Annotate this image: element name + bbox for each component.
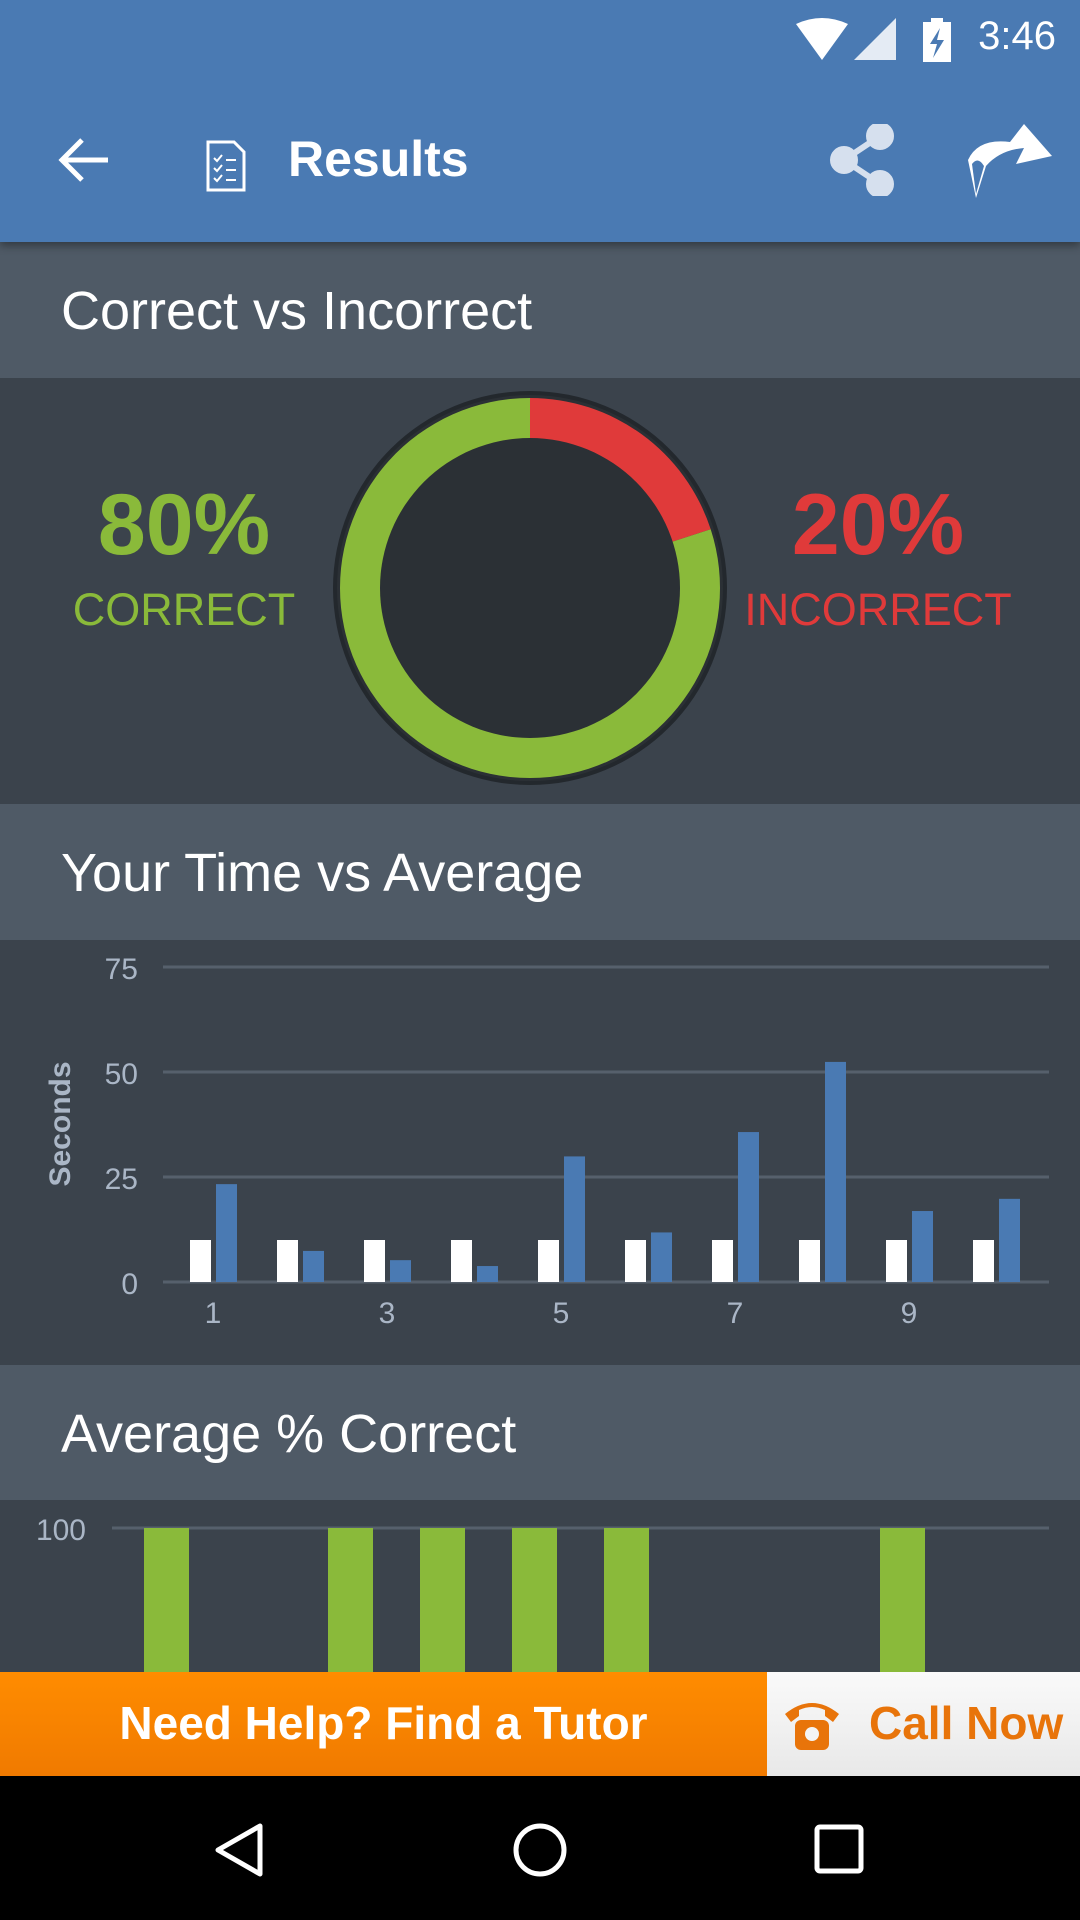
call-now-button[interactable]: Call Now <box>767 1672 1080 1776</box>
average-correct-bar <box>880 1528 925 1672</box>
x-tick-label: 1 <box>205 1297 222 1330</box>
find-tutor-label: Need Help? Find a Tutor <box>119 1697 648 1749</box>
recents-square-icon[interactable] <box>812 1822 868 1878</box>
your-time-bar <box>390 1260 411 1282</box>
average-time-bar <box>625 1240 646 1282</box>
incorrect-percent: 20% <box>791 477 965 573</box>
share-icon[interactable] <box>828 124 898 196</box>
correct-label: CORRECT <box>72 584 296 635</box>
average-time-bar <box>799 1240 820 1282</box>
status-time: 3:46 <box>978 14 1056 58</box>
average-time-bar <box>190 1240 211 1282</box>
section-title: Your Time vs Average <box>61 843 584 903</box>
section-header-time-vs-average: Your Time vs Average <box>0 804 1080 940</box>
y-tick-label: 50 <box>105 1058 138 1091</box>
checklist-document-icon <box>206 140 246 192</box>
donut-panel: 80% CORRECT 20% INCORRECT <box>0 378 1080 804</box>
x-tick-label: 7 <box>727 1297 744 1330</box>
average-correct-bar <box>144 1528 189 1672</box>
average-time-bar <box>973 1240 994 1282</box>
section-title: Correct vs Incorrect <box>61 281 533 341</box>
average-correct-bar <box>328 1528 373 1672</box>
status-icons <box>796 18 951 62</box>
average-correct-bar <box>604 1528 649 1672</box>
your-time-bar <box>216 1184 237 1282</box>
wifi-icon <box>796 18 848 60</box>
average-correct-chart-panel: 100 <box>0 1500 1080 1672</box>
correct-percent: 80% <box>97 477 271 573</box>
y-tick-label: 25 <box>105 1163 138 1196</box>
home-circle-icon[interactable] <box>510 1820 570 1880</box>
page-title: Results <box>288 131 469 187</box>
your-time-bar <box>564 1156 585 1282</box>
x-tick-label: 3 <box>379 1297 396 1330</box>
average-time-bar <box>538 1240 559 1282</box>
your-time-bar <box>303 1250 324 1282</box>
average-correct-chart: 100 <box>36 1514 1049 1672</box>
app-bar: 3:46 Results <box>0 0 1080 242</box>
y-axis-label: Seconds <box>44 1061 77 1186</box>
average-time-bar <box>886 1240 907 1282</box>
find-tutor-button[interactable]: Need Help? Find a Tutor <box>0 1672 767 1776</box>
y-tick-label: 100 <box>36 1514 86 1547</box>
flag-arrow-icon[interactable] <box>966 120 1054 200</box>
donut-chart <box>333 391 727 785</box>
back-arrow-icon[interactable] <box>58 136 112 184</box>
average-time-bar <box>451 1240 472 1282</box>
your-time-bar <box>477 1266 498 1282</box>
system-nav-bar <box>0 1776 1080 1920</box>
call-now-label: Call Now <box>869 1697 1064 1749</box>
section-header-average-correct: Average % Correct <box>0 1365 1080 1501</box>
average-time-bar <box>364 1240 385 1282</box>
section-header-correct-vs-incorrect: Correct vs Incorrect <box>0 242 1080 378</box>
average-correct-bar <box>420 1528 465 1672</box>
y-tick-label: 75 <box>105 953 138 986</box>
your-time-bar <box>825 1061 846 1282</box>
x-tick-label: 5 <box>553 1297 570 1330</box>
time-vs-average-chart: 0 25 50 75 1 3 5 7 9 Seconds <box>44 953 1049 1330</box>
average-time-bar <box>712 1240 733 1282</box>
time-chart-panel: 0 25 50 75 1 3 5 7 9 Seconds <box>0 940 1080 1365</box>
cell-signal-icon <box>854 18 896 60</box>
section-title: Average % Correct <box>61 1404 517 1464</box>
y-tick-label: 0 <box>121 1268 138 1301</box>
x-tick-label: 9 <box>901 1297 918 1330</box>
your-time-bar <box>738 1132 759 1282</box>
average-correct-bar <box>512 1528 557 1672</box>
back-triangle-icon[interactable] <box>210 1820 270 1880</box>
battery-charging-icon <box>923 18 951 62</box>
your-time-bar <box>912 1211 933 1282</box>
your-time-bar <box>651 1232 672 1282</box>
average-time-bar <box>277 1240 298 1282</box>
telephone-icon <box>785 1703 839 1750</box>
your-time-bar <box>999 1198 1020 1282</box>
incorrect-label: INCORRECT <box>744 584 1012 635</box>
